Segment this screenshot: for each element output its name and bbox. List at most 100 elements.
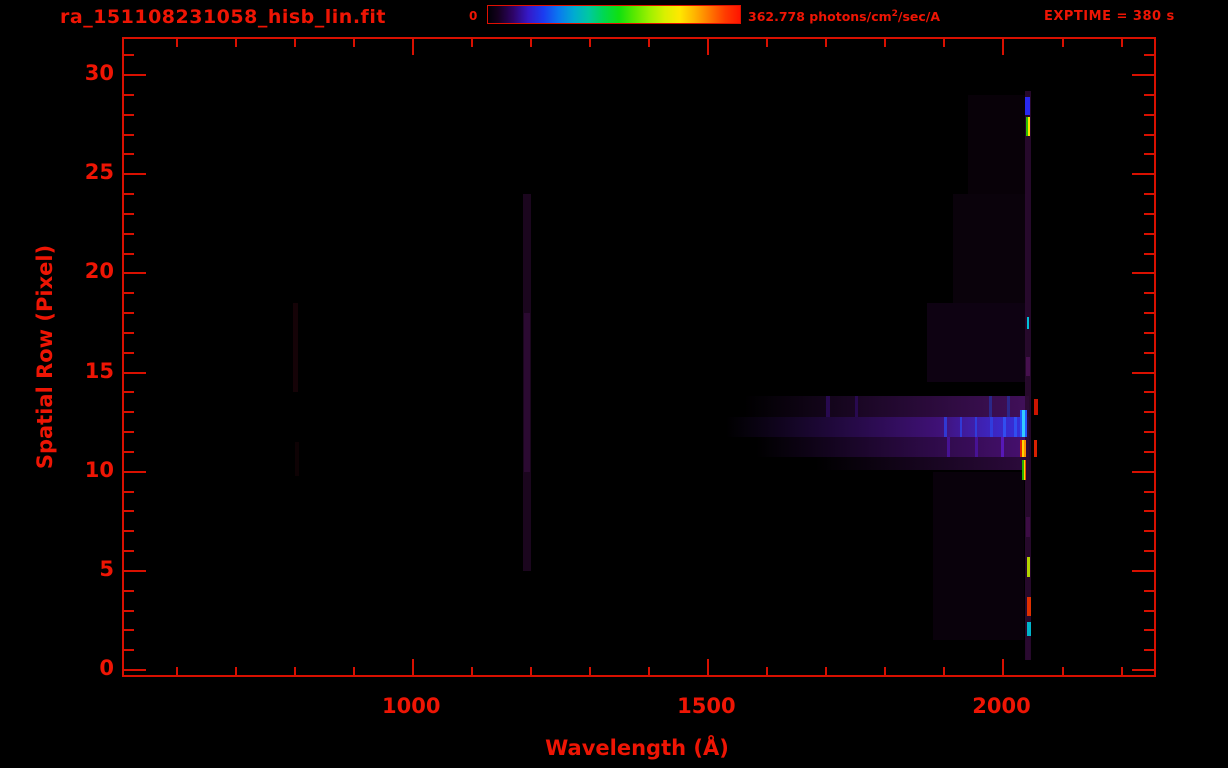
minor-tick	[124, 133, 134, 136]
minor-tick	[1144, 193, 1154, 195]
minor-tick	[530, 39, 533, 47]
minor-tick	[648, 667, 651, 675]
minor-tick	[235, 667, 238, 675]
minor-tick	[124, 153, 134, 156]
minor-tick	[124, 431, 134, 433]
minor-tick	[1144, 510, 1154, 513]
minor-tick	[124, 232, 134, 235]
minor-tick	[825, 39, 828, 47]
minor-tick	[124, 450, 134, 453]
major-tick	[124, 371, 146, 374]
colorbar-units-suffix: /sec/A	[897, 9, 941, 25]
minor-tick	[176, 39, 179, 47]
minor-tick	[943, 39, 946, 47]
minor-tick	[176, 667, 179, 675]
y-tick-label: 0	[99, 656, 114, 680]
minor-tick	[766, 667, 769, 675]
x-tick-label: 2000	[972, 694, 1031, 718]
minor-tick	[124, 193, 134, 195]
minor-tick	[1061, 39, 1064, 47]
minor-tick	[1144, 530, 1154, 533]
minor-tick	[124, 391, 134, 394]
minor-tick	[1144, 312, 1154, 314]
major-tick	[1132, 173, 1154, 176]
minor-tick	[884, 39, 887, 47]
minor-tick	[1144, 232, 1154, 235]
minor-tick	[1144, 490, 1154, 493]
minor-tick	[1144, 550, 1154, 552]
x-axis-title: Wavelength (Å)	[545, 736, 729, 760]
major-tick	[124, 272, 146, 275]
colorbar-units-prefix: photons/cm	[804, 9, 892, 25]
colorbar-gradient	[487, 5, 741, 24]
minor-tick	[124, 609, 134, 612]
minor-tick	[235, 39, 238, 47]
minor-tick	[1144, 54, 1154, 57]
minor-tick	[648, 39, 651, 47]
y-tick-label: 30	[84, 61, 114, 85]
major-tick	[1132, 74, 1154, 76]
minor-tick	[1144, 431, 1154, 433]
minor-tick	[1144, 331, 1154, 334]
y-axis-title: Spatial Row (Pixel)	[33, 244, 57, 470]
minor-tick	[766, 39, 769, 47]
minor-tick	[1144, 649, 1154, 652]
minor-tick	[124, 54, 134, 57]
minor-tick	[1144, 113, 1154, 116]
file-title: ra_151108231058_hisb_lin.fit	[60, 6, 386, 28]
x-tick-label: 1500	[677, 694, 736, 718]
major-tick	[124, 74, 146, 76]
axis-ticks-layer	[124, 39, 1154, 675]
major-tick	[1132, 669, 1154, 671]
major-tick	[124, 569, 146, 572]
colorbar-max-label: 362.778 photons/cm2/sec/A	[748, 9, 940, 24]
y-tick-label: 25	[84, 160, 114, 185]
minor-tick	[1144, 411, 1154, 414]
minor-tick	[1144, 589, 1154, 592]
minor-tick	[294, 667, 297, 675]
minor-tick	[124, 490, 134, 493]
minor-tick	[124, 530, 134, 533]
minor-tick	[1120, 39, 1123, 47]
minor-tick	[124, 351, 134, 354]
major-tick	[1002, 659, 1005, 675]
major-tick	[124, 173, 146, 176]
minor-tick	[124, 649, 134, 652]
minor-tick	[124, 629, 134, 632]
major-tick	[124, 470, 146, 473]
major-tick	[1132, 470, 1154, 473]
colorbar-max-value: 362.778	[748, 9, 805, 25]
major-tick	[707, 659, 710, 675]
minor-tick	[124, 212, 134, 215]
minor-tick	[124, 292, 134, 295]
major-tick	[1132, 272, 1154, 275]
minor-tick	[1144, 292, 1154, 295]
minor-tick	[353, 39, 356, 47]
y-tick-label: 20	[84, 259, 114, 284]
major-tick	[1132, 371, 1154, 374]
minor-tick	[124, 589, 134, 592]
colorbar-min-label: 0	[469, 9, 478, 23]
minor-tick	[1144, 629, 1154, 632]
minor-tick	[1061, 667, 1064, 675]
minor-tick	[1120, 667, 1123, 675]
minor-tick	[124, 331, 134, 334]
major-tick	[124, 669, 146, 671]
fits-spectrum-viewer: { "header": { "title": "ra_151108231058_…	[0, 0, 1228, 768]
minor-tick	[124, 312, 134, 314]
minor-tick	[1144, 252, 1154, 255]
exptime-label: EXPTIME = 380 s	[1044, 9, 1175, 24]
y-tick-label: 10	[84, 457, 114, 482]
major-tick	[1002, 39, 1005, 55]
minor-tick	[124, 550, 134, 552]
y-tick-label: 15	[84, 358, 114, 383]
minor-tick	[530, 667, 533, 675]
minor-tick	[1144, 153, 1154, 156]
minor-tick	[589, 39, 592, 47]
minor-tick	[471, 667, 474, 675]
minor-tick	[1144, 133, 1154, 136]
major-tick	[707, 39, 710, 55]
major-tick	[412, 39, 415, 55]
minor-tick	[124, 411, 134, 414]
major-tick	[1132, 569, 1154, 572]
